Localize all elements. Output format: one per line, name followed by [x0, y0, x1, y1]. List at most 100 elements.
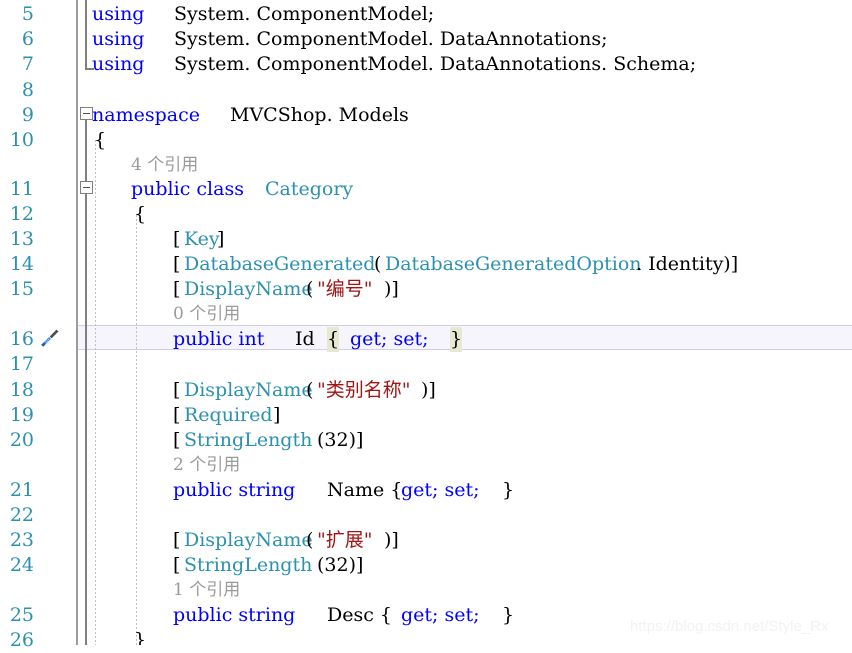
row-using-componentmodel-token-0: using [92, 3, 151, 25]
line-number-18: 18 [9, 379, 34, 401]
row-property-name-token-0: public string [173, 479, 302, 501]
row-property-name[interactable]: public string Name { get; set; } [78, 478, 852, 503]
row-attr-databasegenerated[interactable]: [DatabaseGenerated(DatabaseGeneratedOpti… [78, 252, 852, 277]
row-attr-databasegenerated-token-1: DatabaseGenerated [184, 253, 376, 275]
row-codelens-name[interactable]: 2 个引用 [78, 453, 852, 478]
code-surface[interactable]: using System. ComponentModel; using Syste… [78, 0, 852, 645]
row-class-open-brace[interactable]: { [78, 202, 852, 227]
line-number-26: 26 [9, 629, 34, 651]
row-attr-required-token-0: [ [173, 404, 181, 426]
row-using-dataannotations-schema[interactable]: using System. ComponentModel. DataAnnota… [78, 52, 852, 77]
row-codelens-name-token-0: 2 个引用 [173, 455, 241, 475]
row-namespace-token-1: MVCShop. Models [230, 104, 409, 126]
row-attr-key-token-1: Key [184, 228, 220, 250]
line-number-5: 5 [21, 3, 34, 25]
line-number-19: 19 [9, 404, 34, 426]
row-property-id-token-2: { [327, 327, 340, 352]
row-namespace-open-brace-token-0: { [94, 129, 107, 151]
row-attr-stringlength-desc-token-1: StringLength [184, 554, 313, 576]
row-property-id-token-6: } [450, 327, 463, 352]
row-attr-databasegenerated-token-3: DatabaseGeneratedOption [385, 253, 642, 275]
row-attr-databasegenerated-token-0: [ [173, 253, 181, 275]
row-attr-displayname-name-token-0: [ [173, 379, 181, 401]
line-number-22: 22 [9, 504, 34, 526]
line-number-25: 25 [9, 604, 34, 626]
row-property-id-token-4: get; set; [350, 328, 429, 350]
line-number-9: 9 [21, 104, 34, 126]
row-property-id[interactable]: public int Id { get; set; } [78, 327, 852, 352]
screwdriver-quick-actions-icon[interactable] [36, 328, 60, 350]
row-using-dataannotations[interactable]: using System. ComponentModel. DataAnnota… [78, 27, 852, 52]
row-attr-displayname-desc-token-2: ( [306, 529, 314, 551]
line-number-16: 16 [9, 328, 34, 350]
line-number-13: 13 [9, 228, 34, 250]
row-using-componentmodel-token-1: System. ComponentModel; [174, 3, 435, 25]
row-attr-displayname-id-token-2: ( [306, 278, 314, 300]
row-property-id-token-1: Id [295, 328, 321, 350]
row-attr-displayname-name-token-1: DisplayName [184, 379, 313, 401]
row-property-name-token-1: Name { [327, 479, 409, 501]
row-property-id-token-0: public int [173, 328, 271, 350]
row-codelens-desc-token-0: 1 个引用 [173, 580, 241, 600]
watermark-text: https://blog.csdn.net/Style_Rx [630, 618, 829, 635]
line-number-21: 21 [9, 479, 34, 501]
row-class-declaration[interactable]: public class Category [78, 177, 852, 202]
row-attr-key-token-2: ] [217, 228, 225, 250]
row-using-componentmodel[interactable]: using System. ComponentModel; [78, 2, 852, 27]
row-attr-displayname-name[interactable]: [DisplayName("类别名称")] [78, 378, 852, 403]
row-property-desc-token-1: Desc { [327, 604, 399, 626]
row-attr-displayname-id-token-0: [ [173, 278, 181, 300]
row-attr-displayname-desc[interactable]: [DisplayName("扩展")] [78, 528, 852, 553]
editor-gutter[interactable]: 5 6 7 8 9 10 11 12 13 14 15 16 17 18 19 20 21 22 23 24 25 26 [0, 0, 76, 651]
row-attr-displayname-desc-token-0: [ [173, 529, 181, 551]
row-codelens-id[interactable]: 0 个引用 [78, 302, 852, 327]
row-class-declaration-token-1: Category [265, 178, 354, 200]
row-attr-stringlength-name-token-0: [ [173, 429, 181, 451]
row-attr-displayname-id[interactable]: [DisplayName("编号")] [78, 277, 852, 302]
line-number-24: 24 [9, 554, 34, 576]
row-attr-key[interactable]: [Key] [78, 227, 852, 252]
row-attr-displayname-desc-token-1: DisplayName [184, 529, 313, 551]
row-property-desc-token-2: get; set; [401, 604, 480, 626]
row-attr-required-token-2: ] [273, 404, 281, 426]
line-number-12: 12 [9, 203, 34, 225]
row-class-declaration-token-0: public class [131, 178, 250, 200]
row-codelens-desc[interactable]: 1 个引用 [78, 578, 852, 603]
line-number-10: 10 [9, 129, 34, 151]
row-using-dataannotations-token-1: System. ComponentModel. DataAnnotations; [174, 28, 608, 50]
row-using-dataannotations-schema-token-0: using [92, 53, 151, 75]
row-property-name-token-3: } [496, 479, 515, 501]
row-property-desc-token-3: } [496, 604, 515, 626]
row-attr-displayname-id-token-4: )] [384, 278, 399, 300]
row-class-open-brace-token-0: { [134, 203, 147, 225]
row-attr-stringlength-desc-token-0: [ [173, 554, 181, 576]
row-property-name-token-2: get; set; [401, 479, 480, 501]
line-number-6: 6 [21, 28, 34, 50]
line-number-14: 14 [9, 253, 34, 275]
row-class-close-brace-token-0: } [134, 629, 147, 645]
row-property-id-token-3 [339, 327, 345, 352]
row-blank-8[interactable] [78, 78, 852, 103]
row-namespace-open-brace[interactable]: { [78, 128, 852, 153]
row-attr-displayname-id-token-3: "编号" [317, 278, 373, 300]
code-editor[interactable]: 5 6 7 8 9 10 11 12 13 14 15 16 17 18 19 20 21 22 23 24 25 26 … [0, 0, 852, 651]
line-number-23: 23 [9, 529, 34, 551]
row-attr-key-token-0: [ [173, 228, 181, 250]
row-attr-stringlength-desc-token-2: (32)] [317, 554, 364, 576]
row-namespace[interactable]: namespace MVCShop. Models [78, 103, 852, 128]
row-codelens-id-token-0: 0 个引用 [173, 304, 241, 324]
row-using-dataannotations-token-0: using [92, 28, 151, 50]
row-codelens-class-token-0: 4 个引用 [131, 155, 199, 175]
row-attr-required[interactable]: [Required] [78, 403, 852, 428]
row-attr-displayname-name-token-3: "类别名称" [317, 379, 411, 401]
row-codelens-class[interactable]: 4 个引用 [78, 153, 852, 178]
row-attr-stringlength-name-token-1: StringLength [184, 429, 313, 451]
row-attr-displayname-name-token-4: )] [421, 379, 436, 401]
row-attr-databasegenerated-token-2: ( [374, 253, 382, 275]
row-blank-17[interactable] [78, 352, 852, 377]
row-blank-22[interactable] [78, 503, 852, 528]
row-attr-databasegenerated-token-4: . Identity)] [636, 253, 739, 275]
row-attr-stringlength-desc[interactable]: [StringLength (32)] [78, 553, 852, 578]
row-attr-stringlength-name[interactable]: [StringLength (32)] [78, 428, 852, 453]
line-number-8: 8 [21, 79, 34, 101]
